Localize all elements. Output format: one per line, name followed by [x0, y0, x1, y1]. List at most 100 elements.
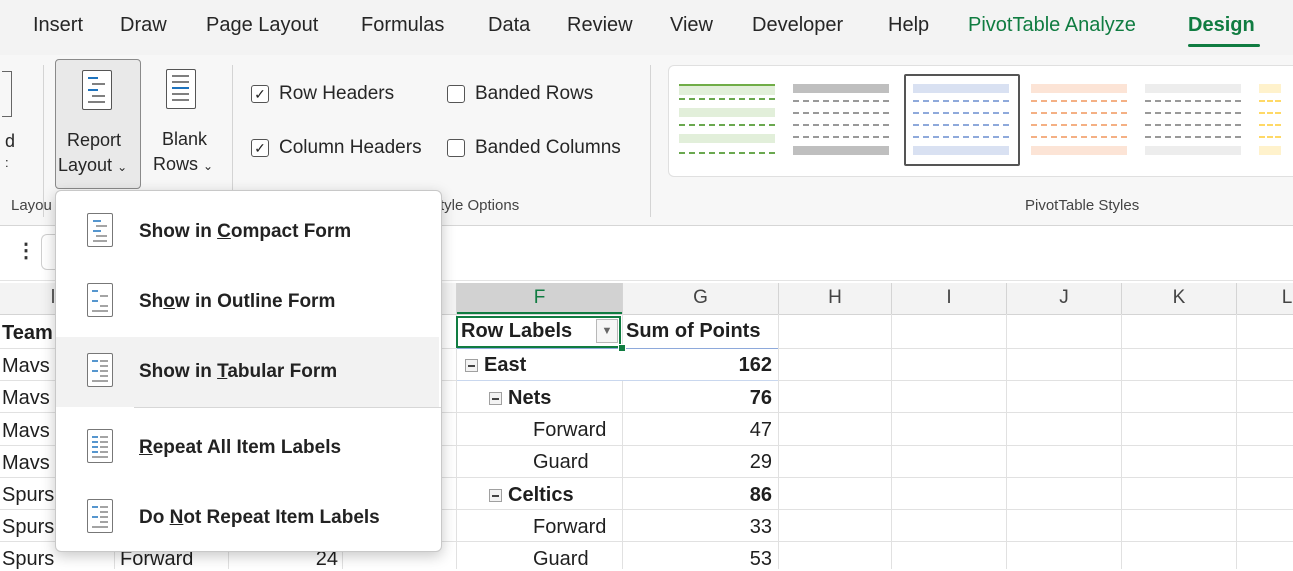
- team-cell: Mavs: [2, 387, 50, 409]
- row-headers-label: Row Headers: [279, 83, 395, 104]
- pivot-row-forward: Forward: [533, 516, 607, 538]
- column-header-j[interactable]: J: [1007, 287, 1121, 309]
- menu-item-label: Do Not Repeat Item Labels: [139, 507, 380, 528]
- column-header-k[interactable]: K: [1122, 287, 1236, 309]
- active-tab-indicator: [1188, 44, 1260, 47]
- collapse-icon[interactable]: [465, 359, 478, 373]
- banded-columns-checkbox[interactable]: Banded Columns: [447, 137, 621, 159]
- tab-page-layout[interactable]: Page Layout: [206, 14, 318, 37]
- tab-developer[interactable]: Developer: [752, 14, 843, 37]
- tab-draw[interactable]: Draw: [120, 14, 167, 37]
- pivot-row-labels-header: Row Labels: [461, 320, 573, 342]
- tab-review[interactable]: Review: [567, 14, 633, 37]
- subtotals-button-label[interactable]: d: [5, 129, 15, 153]
- blank-rows-button[interactable]: Blank Rows ⌄: [150, 59, 222, 189]
- pivot-value-east: 162: [738, 354, 772, 376]
- subtotals-dropdown[interactable]: :: [5, 151, 9, 175]
- chevron-down-icon: ⌄: [117, 160, 128, 174]
- column-headers-label: Column Headers: [279, 137, 422, 158]
- compact-form-icon: [87, 213, 113, 247]
- selected-style-frame: [904, 74, 1020, 166]
- column-header-g[interactable]: G: [623, 287, 778, 309]
- banded-columns-label: Banded Columns: [475, 137, 621, 158]
- more-options-icon[interactable]: ⋮: [16, 238, 36, 263]
- pivot-row-guard: Guard: [533, 548, 589, 570]
- filter-dropdown-button[interactable]: ▼: [596, 319, 618, 343]
- no-repeat-labels-icon: [87, 499, 113, 533]
- pivot-style-swatch-gray[interactable]: [789, 84, 893, 164]
- blank-rows-icon: [166, 69, 196, 109]
- pivot-value: 29: [749, 451, 772, 473]
- tab-insert[interactable]: Insert: [33, 14, 83, 37]
- pivot-style-swatch-light[interactable]: [1141, 84, 1245, 164]
- team-cell: Mavs: [2, 452, 50, 474]
- report-layout-button[interactable]: Report Layout ⌄: [55, 59, 141, 189]
- team-cell: Spurs: [2, 548, 55, 570]
- menu-item-outline-form[interactable]: Show in Outline Form: [56, 267, 439, 337]
- report-layout-label-1: Report: [67, 130, 122, 150]
- tab-formulas[interactable]: Formulas: [361, 14, 444, 37]
- pivot-value: 53: [749, 548, 772, 570]
- separator: [43, 65, 44, 217]
- menu-item-label: Show in Compact Form: [139, 221, 352, 242]
- column-headers-checkbox[interactable]: ✓ Column Headers: [251, 137, 422, 159]
- pivot-value-nets: 76: [749, 387, 772, 409]
- checkbox-empty-icon: [447, 85, 465, 103]
- pivot-style-swatch-orange[interactable]: [1027, 84, 1131, 164]
- pivot-value: 47: [749, 419, 772, 441]
- menu-item-label: Show in Outline Form: [139, 291, 336, 312]
- pivot-value-celtics: 86: [749, 484, 772, 506]
- chevron-down-icon: ⌄: [203, 159, 214, 173]
- repeat-labels-icon: [87, 429, 113, 463]
- pivot-style-swatch-green[interactable]: [675, 84, 779, 164]
- style-options-group-label: tyle Options: [440, 197, 520, 214]
- pivot-style-swatch-yellow[interactable]: [1255, 84, 1285, 164]
- tab-data[interactable]: Data: [488, 14, 530, 37]
- menu-item-tabular-form[interactable]: Show in Tabular Form: [56, 337, 439, 407]
- column-header-h[interactable]: H: [779, 287, 891, 309]
- menu-item-label: Show in Tabular Form: [139, 361, 338, 382]
- team-cell: Mavs: [2, 420, 50, 442]
- tab-help[interactable]: Help: [888, 14, 929, 37]
- report-layout-label-2: Layout ⌄: [58, 155, 128, 175]
- fill-handle[interactable]: [618, 344, 626, 352]
- menu-item-label: Repeat All Item Labels: [139, 437, 342, 458]
- banded-rows-label: Banded Rows: [475, 83, 594, 104]
- checkbox-empty-icon: [447, 139, 465, 157]
- menu-item-compact-form[interactable]: Show in Compact Form: [56, 197, 439, 267]
- separator: [650, 65, 651, 217]
- menu-item-repeat-all-labels[interactable]: Repeat All Item Labels: [56, 413, 439, 483]
- pivot-sum-header: Sum of Points: [626, 320, 761, 342]
- tab-view[interactable]: View: [670, 14, 713, 37]
- pivottable-styles-group-label: PivotTable Styles: [1025, 197, 1140, 214]
- blank-rows-label-1: Blank: [162, 129, 208, 149]
- pivot-row-celtics[interactable]: Celtics: [489, 484, 574, 507]
- outline-form-icon: [87, 283, 113, 317]
- subtotals-icon: [2, 71, 12, 117]
- team-cell: Spurs: [2, 484, 55, 506]
- pivot-row-east[interactable]: East: [465, 354, 526, 377]
- report-layout-icon: [82, 70, 112, 110]
- banded-rows-checkbox[interactable]: Banded Rows: [447, 83, 593, 105]
- row-headers-checkbox[interactable]: ✓ Row Headers: [251, 83, 394, 105]
- pivot-row-nets[interactable]: Nets: [489, 387, 551, 410]
- pivottable-styles-gallery[interactable]: [668, 65, 1293, 177]
- menu-separator: [134, 407, 441, 408]
- column-header-l[interactable]: L: [1280, 287, 1293, 309]
- layout-group-label: Layou: [11, 197, 52, 214]
- collapse-icon[interactable]: [489, 489, 502, 503]
- tab-design[interactable]: Design: [1188, 14, 1255, 37]
- column-header-i[interactable]: I: [892, 287, 1006, 309]
- pivot-row-forward: Forward: [533, 419, 607, 441]
- blank-rows-label-2: Rows ⌄: [153, 154, 214, 174]
- dropdown-arrow-icon: ▼: [601, 325, 613, 337]
- collapse-icon[interactable]: [489, 392, 502, 406]
- tab-pivottable-analyze[interactable]: PivotTable Analyze: [968, 14, 1136, 37]
- menu-item-do-not-repeat-labels[interactable]: Do Not Repeat Item Labels: [56, 483, 439, 553]
- team-cell: Mavs: [2, 355, 50, 377]
- column-header-f[interactable]: F: [457, 287, 622, 309]
- ribbon-tab-bar: Insert Draw Page Layout Formulas Data Re…: [0, 0, 1293, 55]
- tabular-form-icon: [87, 353, 113, 387]
- pivot-value: 33: [749, 516, 772, 538]
- team-header: Team: [2, 322, 53, 344]
